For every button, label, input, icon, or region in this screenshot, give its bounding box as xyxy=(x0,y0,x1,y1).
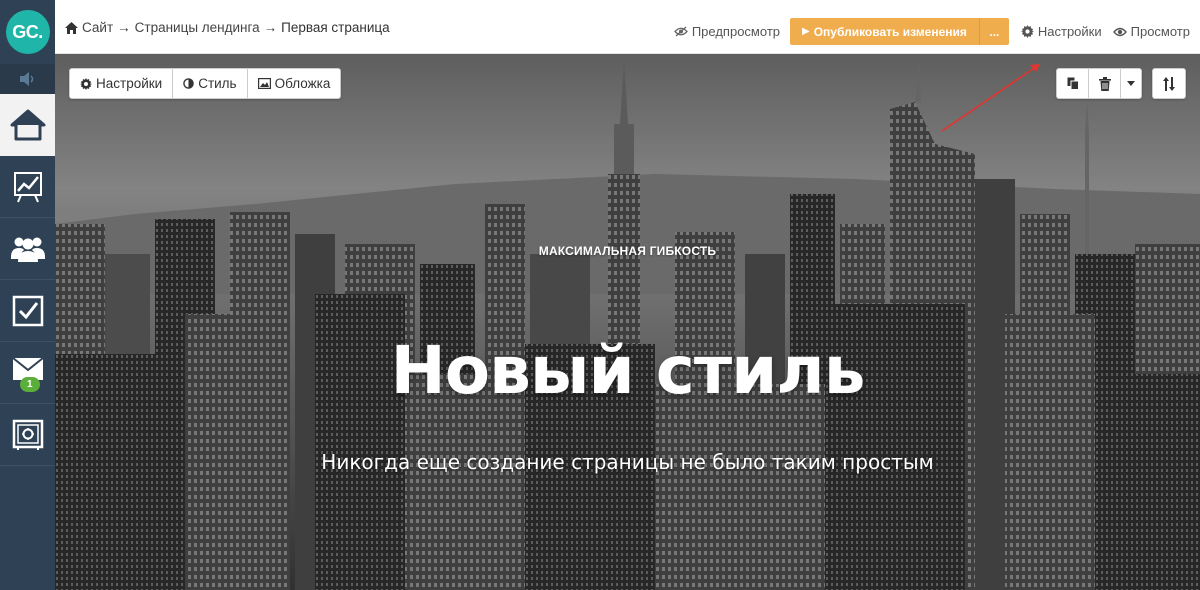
eye-icon xyxy=(1112,27,1127,36)
top-bar: Сайт → Страницы лендинга → Первая страни… xyxy=(55,0,1200,54)
trash-icon xyxy=(1098,76,1111,91)
copy-icon xyxy=(1067,77,1079,90)
top-actions: Предпросмотр ▶ Опубликовать изменения ..… xyxy=(673,18,1190,45)
block-cover-label: Обложка xyxy=(274,76,331,91)
play-icon: ▶ xyxy=(802,26,810,37)
breadcrumb-separator: → xyxy=(117,20,131,35)
hero-title: Новый стиль xyxy=(390,332,866,409)
block-settings-button[interactable]: Настройки xyxy=(70,69,174,98)
block-settings-label: Настройки xyxy=(96,76,163,91)
settings-label: Настройки xyxy=(1037,24,1102,39)
block-actions xyxy=(1056,68,1186,99)
hero-subtitle: Никогда еще создание страницы не было та… xyxy=(321,450,934,474)
breadcrumb-separator: → xyxy=(263,20,278,35)
breadcrumb: Сайт → Страницы лендинга → Первая страни… xyxy=(65,20,390,35)
preview-label: Предпросмотр xyxy=(691,24,780,39)
checkbox-icon xyxy=(12,295,43,326)
users-icon xyxy=(10,237,45,262)
view-label: Просмотр xyxy=(1130,24,1190,39)
copy-button[interactable] xyxy=(1057,69,1089,98)
messages-badge: 1 xyxy=(20,377,40,392)
sidebar: GC. 1 xyxy=(0,0,55,590)
city-skyline-image xyxy=(55,54,1200,590)
chart-icon xyxy=(13,171,42,202)
safe-icon xyxy=(12,419,43,450)
sidebar-item-users[interactable] xyxy=(0,218,55,280)
caret-down-icon xyxy=(1127,81,1135,86)
eye-slash-icon xyxy=(673,26,688,37)
sidebar-item-home[interactable] xyxy=(0,94,55,156)
logo-area: GC. xyxy=(0,0,55,64)
publish-label: Опубликовать изменения xyxy=(813,24,967,39)
publish-button[interactable]: ▶ Опубликовать изменения xyxy=(790,18,979,45)
breadcrumb-site[interactable]: Сайт xyxy=(82,20,113,35)
speaker-icon xyxy=(19,72,33,86)
block-cover-button[interactable]: Обложка xyxy=(248,69,341,98)
gear-icon xyxy=(1020,25,1034,38)
reorder-button[interactable] xyxy=(1153,69,1185,98)
hero-eyebrow: МАКСИМАЛЬНАЯ ГИБКОСТЬ xyxy=(538,244,717,258)
block-style-button[interactable]: Стиль xyxy=(173,69,248,98)
block-style-label: Стиль xyxy=(198,76,237,91)
sidebar-item-safe[interactable] xyxy=(0,404,55,466)
settings-link[interactable]: Настройки xyxy=(1020,24,1102,39)
logo[interactable]: GC. xyxy=(5,10,50,54)
delete-button[interactable] xyxy=(1089,69,1121,98)
sort-arrows-icon xyxy=(1163,76,1175,91)
publish-more-button[interactable]: ... xyxy=(978,18,1009,45)
gear-icon xyxy=(80,77,92,90)
view-link[interactable]: Просмотр xyxy=(1112,24,1190,39)
block-toolbar: Настройки Стиль Обложка xyxy=(69,68,342,99)
block-move-group xyxy=(1152,68,1186,99)
sidebar-item-stats[interactable] xyxy=(0,156,55,218)
more-actions-dropdown[interactable] xyxy=(1121,69,1141,98)
sidebar-toggle[interactable] xyxy=(0,64,55,94)
breadcrumb-current: Первая страница xyxy=(281,20,390,35)
home-icon[interactable] xyxy=(65,21,78,34)
hero-block[interactable]: Настройки Стиль Обложка МАКСИМАЛЬНАЯ ГИБ… xyxy=(55,54,1200,590)
sidebar-item-messages[interactable]: 1 xyxy=(0,342,55,404)
breadcrumb-landing-pages[interactable]: Страницы лендинга xyxy=(135,20,260,35)
home-icon xyxy=(10,109,45,140)
preview-link[interactable]: Предпросмотр xyxy=(673,24,780,39)
image-icon xyxy=(257,78,271,89)
sidebar-item-tasks[interactable] xyxy=(0,280,55,342)
contrast-icon xyxy=(183,78,194,89)
block-edit-group xyxy=(1056,68,1142,99)
